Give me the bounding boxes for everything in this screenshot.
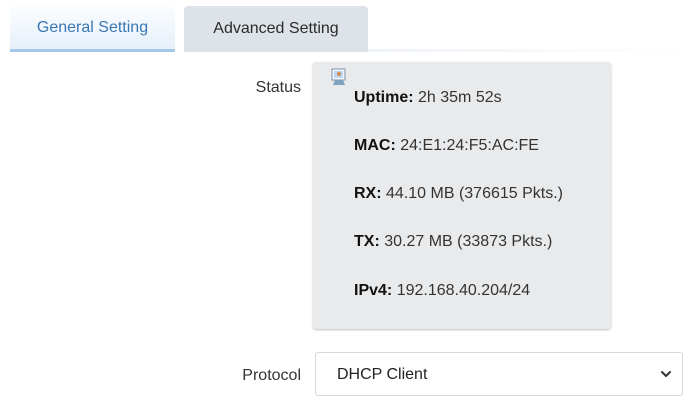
tab-general-setting[interactable]: General Setting [10,6,175,52]
status-ipv4: IPv4: 192.168.40.204/24 [354,282,530,300]
uptime-label: Uptime: [354,89,414,106]
tab-bar: General Setting Advanced Setting [10,6,691,52]
status-uptime: Uptime: 2h 35m 52s [354,89,502,107]
status-mac: MAC: 24:E1:24:F5:AC:FE [354,137,539,155]
ipv4-value: 192.168.40.204/24 [396,282,531,299]
mac-value: 24:E1:24:F5:AC:FE [400,137,539,154]
network-status-icon [331,68,346,85]
status-rx: RX: 44.10 MB (376615 Pkts.) [354,185,563,203]
status-tx: TX: 30.27 MB (33873 Pkts.) [354,233,552,251]
rx-label: RX: [354,185,382,202]
status-panel: Uptime: 2h 35m 52s MAC: 24:E1:24:F5:AC:F… [313,62,611,329]
chevron-down-icon [661,371,671,377]
mac-label: MAC: [354,137,396,154]
tab-divider [368,49,691,52]
tx-label: TX: [354,233,380,250]
tab-advanced-setting[interactable]: Advanced Setting [184,6,368,52]
rx-value: 44.10 MB (376615 Pkts.) [386,185,563,202]
ipv4-label: IPv4: [354,282,393,299]
protocol-label: Protocol [242,367,301,384]
uptime-value: 2h 35m 52s [418,89,502,106]
protocol-selected-value: DHCP Client [337,366,428,383]
status-label: Status [255,79,301,96]
protocol-select[interactable]: DHCP Client [315,352,683,396]
tx-value: 30.27 MB (33873 Pkts.) [384,233,553,250]
